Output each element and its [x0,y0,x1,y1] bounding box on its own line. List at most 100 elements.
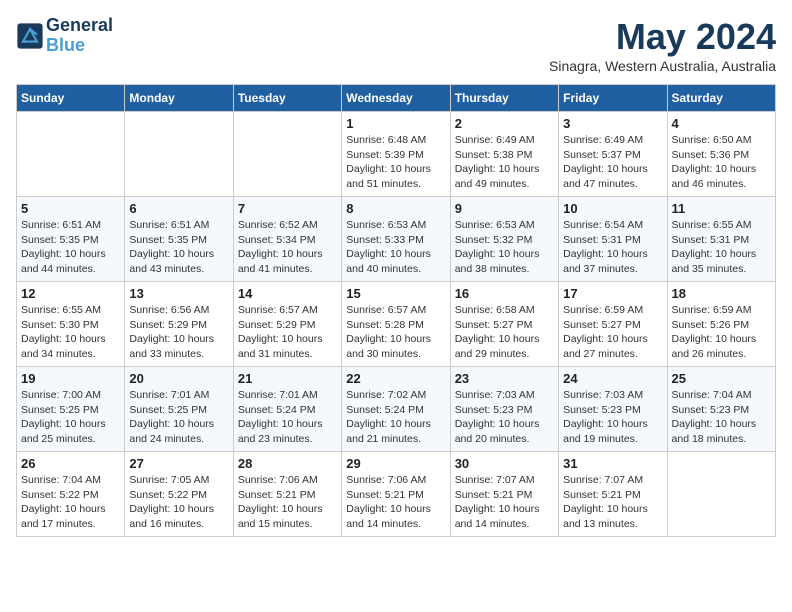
day-number: 3 [563,116,662,131]
calendar-cell: 9 Sunrise: 6:53 AMSunset: 5:32 PMDaylight… [450,197,558,282]
day-number: 5 [21,201,120,216]
day-info: Sunrise: 6:49 AMSunset: 5:37 PMDaylight:… [563,133,662,192]
day-number: 12 [21,286,120,301]
weekday-header-tuesday: Tuesday [233,85,341,112]
day-info: Sunrise: 6:54 AMSunset: 5:31 PMDaylight:… [563,218,662,277]
day-info: Sunrise: 6:58 AMSunset: 5:27 PMDaylight:… [455,303,554,362]
day-number: 13 [129,286,228,301]
calendar-cell: 27 Sunrise: 7:05 AMSunset: 5:22 PMDayligh… [125,452,233,537]
day-info: Sunrise: 6:53 AMSunset: 5:32 PMDaylight:… [455,218,554,277]
day-number: 25 [672,371,771,386]
day-info: Sunrise: 7:07 AMSunset: 5:21 PMDaylight:… [455,473,554,532]
weekday-header-monday: Monday [125,85,233,112]
calendar-cell [667,452,775,537]
day-number: 10 [563,201,662,216]
day-info: Sunrise: 7:01 AMSunset: 5:25 PMDaylight:… [129,388,228,447]
day-info: Sunrise: 7:02 AMSunset: 5:24 PMDaylight:… [346,388,445,447]
day-number: 30 [455,456,554,471]
day-number: 26 [21,456,120,471]
day-number: 11 [672,201,771,216]
calendar-cell [17,112,125,197]
day-info: Sunrise: 6:52 AMSunset: 5:34 PMDaylight:… [238,218,337,277]
day-number: 23 [455,371,554,386]
day-info: Sunrise: 6:50 AMSunset: 5:36 PMDaylight:… [672,133,771,192]
calendar-cell: 18Sunrise: 6:59 AMSunset: 5:26 PMDayligh… [667,282,775,367]
calendar-cell: 4 Sunrise: 6:50 AMSunset: 5:36 PMDaylight… [667,112,775,197]
calendar-cell: 15 Sunrise: 6:57 AMSunset: 5:28 PMDayligh… [342,282,450,367]
calendar-week-row: 12 Sunrise: 6:55 AMSunset: 5:30 PMDayligh… [17,282,776,367]
calendar-cell: 16 Sunrise: 6:58 AMSunset: 5:27 PMDayligh… [450,282,558,367]
calendar-cell: 26 Sunrise: 7:04 AMSunset: 5:22 PMDayligh… [17,452,125,537]
calendar-cell [125,112,233,197]
day-number: 7 [238,201,337,216]
day-number: 6 [129,201,228,216]
day-number: 9 [455,201,554,216]
day-number: 16 [455,286,554,301]
day-info: Sunrise: 7:07 AMSunset: 5:21 PMDaylight:… [563,473,662,532]
location: Sinagra, Western Australia, Australia [549,58,776,74]
day-info: Sunrise: 6:55 AMSunset: 5:31 PMDaylight:… [672,218,771,277]
calendar-cell: 28Sunrise: 7:06 AMSunset: 5:21 PMDayligh… [233,452,341,537]
calendar-week-row: 5 Sunrise: 6:51 AMSunset: 5:35 PMDaylight… [17,197,776,282]
calendar-cell: 19Sunrise: 7:00 AMSunset: 5:25 PMDayligh… [17,367,125,452]
day-number: 29 [346,456,445,471]
calendar-cell: 2Sunrise: 6:49 AMSunset: 5:38 PMDaylight… [450,112,558,197]
day-number: 1 [346,116,445,131]
day-info: Sunrise: 7:00 AMSunset: 5:25 PMDaylight:… [21,388,120,447]
weekday-header-saturday: Saturday [667,85,775,112]
day-info: Sunrise: 7:03 AMSunset: 5:23 PMDaylight:… [563,388,662,447]
calendar-cell: 17Sunrise: 6:59 AMSunset: 5:27 PMDayligh… [559,282,667,367]
calendar-cell: 7 Sunrise: 6:52 AMSunset: 5:34 PMDaylight… [233,197,341,282]
weekday-header-wednesday: Wednesday [342,85,450,112]
weekday-header-thursday: Thursday [450,85,558,112]
calendar-cell: 22 Sunrise: 7:02 AMSunset: 5:24 PMDayligh… [342,367,450,452]
calendar-cell: 6 Sunrise: 6:51 AMSunset: 5:35 PMDaylight… [125,197,233,282]
day-info: Sunrise: 7:06 AMSunset: 5:21 PMDaylight:… [346,473,445,532]
day-info: Sunrise: 6:56 AMSunset: 5:29 PMDaylight:… [129,303,228,362]
day-info: Sunrise: 6:48 AMSunset: 5:39 PMDaylight:… [346,133,445,192]
weekday-header-sunday: Sunday [17,85,125,112]
day-info: Sunrise: 6:51 AMSunset: 5:35 PMDaylight:… [129,218,228,277]
day-info: Sunrise: 7:04 AMSunset: 5:23 PMDaylight:… [672,388,771,447]
day-number: 18 [672,286,771,301]
day-info: Sunrise: 6:55 AMSunset: 5:30 PMDaylight:… [21,303,120,362]
calendar-week-row: 1 Sunrise: 6:48 AMSunset: 5:39 PMDaylight… [17,112,776,197]
calendar-cell: 25 Sunrise: 7:04 AMSunset: 5:23 PMDayligh… [667,367,775,452]
day-info: Sunrise: 6:51 AMSunset: 5:35 PMDaylight:… [21,218,120,277]
calendar-cell: 1 Sunrise: 6:48 AMSunset: 5:39 PMDaylight… [342,112,450,197]
day-info: Sunrise: 6:59 AMSunset: 5:27 PMDaylight:… [563,303,662,362]
calendar-cell: 31 Sunrise: 7:07 AMSunset: 5:21 PMDayligh… [559,452,667,537]
calendar-cell: 5 Sunrise: 6:51 AMSunset: 5:35 PMDaylight… [17,197,125,282]
calendar-cell: 23 Sunrise: 7:03 AMSunset: 5:23 PMDayligh… [450,367,558,452]
day-info: Sunrise: 6:57 AMSunset: 5:28 PMDaylight:… [346,303,445,362]
day-number: 31 [563,456,662,471]
day-number: 2 [455,116,554,131]
calendar-cell: 10 Sunrise: 6:54 AMSunset: 5:31 PMDayligh… [559,197,667,282]
calendar-cell [233,112,341,197]
calendar-cell: 21Sunrise: 7:01 AMSunset: 5:24 PMDayligh… [233,367,341,452]
day-number: 14 [238,286,337,301]
logo-line2: Blue [46,36,113,56]
calendar-cell: 13 Sunrise: 6:56 AMSunset: 5:29 PMDayligh… [125,282,233,367]
logo-icon [16,22,44,50]
day-number: 22 [346,371,445,386]
calendar-cell: 3 Sunrise: 6:49 AMSunset: 5:37 PMDaylight… [559,112,667,197]
calendar-table: SundayMondayTuesdayWednesdayThursdayFrid… [16,84,776,537]
calendar-cell: 30 Sunrise: 7:07 AMSunset: 5:21 PMDayligh… [450,452,558,537]
day-info: Sunrise: 7:03 AMSunset: 5:23 PMDaylight:… [455,388,554,447]
calendar-week-row: 26 Sunrise: 7:04 AMSunset: 5:22 PMDayligh… [17,452,776,537]
day-number: 28 [238,456,337,471]
calendar-week-row: 19Sunrise: 7:00 AMSunset: 5:25 PMDayligh… [17,367,776,452]
calendar-cell: 11 Sunrise: 6:55 AMSunset: 5:31 PMDayligh… [667,197,775,282]
day-number: 21 [238,371,337,386]
day-info: Sunrise: 7:04 AMSunset: 5:22 PMDaylight:… [21,473,120,532]
day-number: 20 [129,371,228,386]
logo-line1: General [46,16,113,36]
calendar-cell: 29 Sunrise: 7:06 AMSunset: 5:21 PMDayligh… [342,452,450,537]
day-info: Sunrise: 7:05 AMSunset: 5:22 PMDaylight:… [129,473,228,532]
day-info: Sunrise: 6:57 AMSunset: 5:29 PMDaylight:… [238,303,337,362]
calendar-cell: 14 Sunrise: 6:57 AMSunset: 5:29 PMDayligh… [233,282,341,367]
day-number: 27 [129,456,228,471]
day-number: 15 [346,286,445,301]
day-number: 4 [672,116,771,131]
